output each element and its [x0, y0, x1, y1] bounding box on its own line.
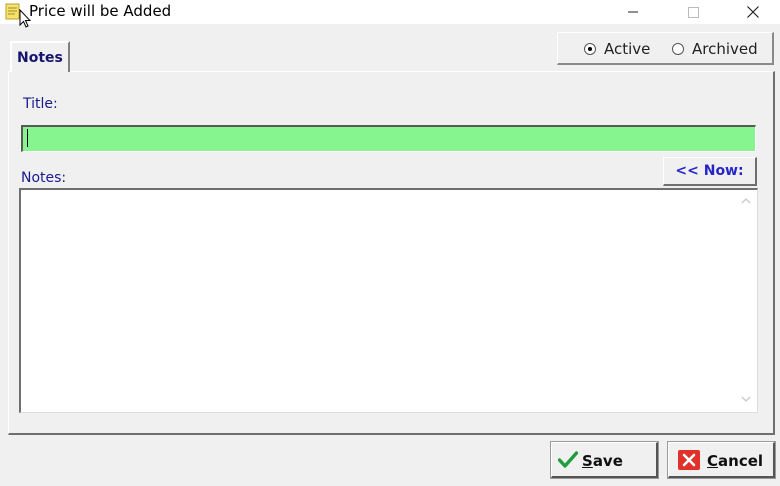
insert-now-button[interactable]: << Now:	[663, 157, 757, 186]
close-icon	[747, 6, 759, 18]
radio-archived[interactable]: Archived	[672, 40, 758, 58]
title-label: Title:	[23, 96, 58, 112]
scroll-up-arrow-icon[interactable]	[741, 198, 751, 204]
radio-active-label: Active	[604, 40, 651, 58]
window-title: Price will be Added	[29, 2, 172, 20]
cancel-label: Cancel	[707, 452, 764, 470]
minimize-button[interactable]	[610, 0, 656, 24]
status-radio-group: Active Archived	[557, 32, 774, 65]
scroll-down-arrow-icon[interactable]	[741, 396, 751, 402]
tab-notes-label: Notes	[17, 50, 63, 66]
title-input[interactable]	[21, 125, 756, 152]
close-button[interactable]	[730, 0, 776, 24]
text-caret	[27, 129, 28, 147]
notes-textarea[interactable]	[19, 188, 758, 413]
checkmark-icon	[558, 451, 578, 468]
maximize-button[interactable]	[670, 0, 716, 24]
minimize-icon	[628, 11, 638, 13]
notes-scrollbar[interactable]	[736, 190, 756, 412]
radio-archived-label: Archived	[692, 40, 758, 58]
x-cross-icon	[678, 450, 700, 470]
save-label: Save	[582, 452, 623, 470]
radio-active-indicator[interactable]	[584, 43, 596, 55]
radio-active[interactable]: Active	[584, 40, 650, 58]
maximize-icon	[687, 6, 699, 18]
tab-notes[interactable]: Notes	[10, 41, 70, 72]
notes-label: Notes:	[21, 170, 67, 186]
radio-archived-indicator[interactable]	[672, 43, 684, 55]
title-bar: Price will be Added	[0, 0, 780, 28]
cancel-button[interactable]: Cancel	[667, 441, 776, 479]
save-button[interactable]: Save	[550, 441, 659, 479]
